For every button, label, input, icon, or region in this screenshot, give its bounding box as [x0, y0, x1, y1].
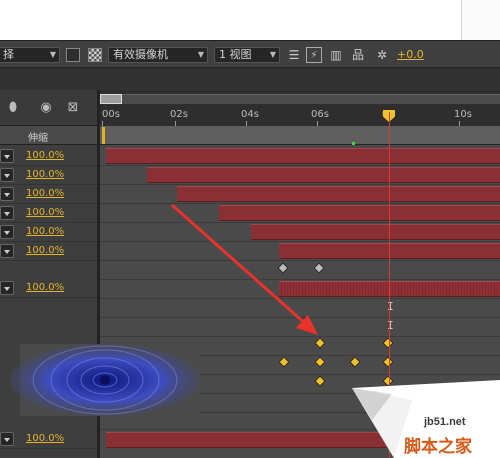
- stretch-value[interactable]: 100.0%: [26, 188, 64, 199]
- stretch-value[interactable]: 100.0%: [26, 282, 64, 293]
- fast-preview-icon[interactable]: ⚡: [306, 47, 322, 63]
- checker-icon[interactable]: [88, 48, 102, 62]
- twirl-icon[interactable]: [0, 168, 14, 182]
- stretch-value[interactable]: 100.0%: [26, 207, 64, 218]
- row-separator: [100, 165, 500, 166]
- keyframe[interactable]: [314, 356, 326, 368]
- twirl-icon[interactable]: [0, 225, 14, 239]
- keyframe[interactable]: [382, 337, 394, 349]
- stretch-value[interactable]: 100.0%: [26, 433, 64, 444]
- layer-duration-bar[interactable]: [251, 224, 500, 240]
- tick-label: 02s: [170, 109, 188, 120]
- exposure-icon[interactable]: ✲: [374, 47, 390, 63]
- top-blank-area: [0, 0, 500, 40]
- stretch-column-label: 伸缩: [28, 133, 48, 144]
- view-layout-label: 1 视图: [219, 48, 252, 61]
- keyframe[interactable]: [314, 337, 326, 349]
- layer-duration-bar[interactable]: [147, 167, 500, 183]
- keyframe[interactable]: [313, 262, 325, 274]
- watermark-text: 脚本之家: [404, 437, 472, 457]
- keyframe[interactable]: [382, 356, 394, 368]
- partial-dropdown[interactable]: 择 ▼: [0, 47, 60, 63]
- layer-row[interactable]: 100.0%: [0, 204, 97, 223]
- tick-label: 10s: [454, 109, 472, 120]
- keyframe[interactable]: [349, 356, 361, 368]
- row-separator: [100, 222, 500, 223]
- flowchart-icon[interactable]: 品: [350, 47, 366, 63]
- shy-layers-icon[interactable]: ⬮: [4, 100, 22, 116]
- layer-row[interactable]: 100.0%: [0, 185, 97, 204]
- chevron-down-icon: ▼: [197, 50, 204, 59]
- graph-editor-icon[interactable]: ⊠: [64, 100, 82, 116]
- row-separator: [100, 184, 500, 185]
- row-separator: [100, 241, 500, 242]
- stretch-value[interactable]: 100.0%: [26, 150, 64, 161]
- row-separator: [100, 317, 500, 318]
- layer-row[interactable]: 100.0%: [0, 166, 97, 185]
- row-separator: [100, 260, 500, 261]
- stretch-value[interactable]: 100.0%: [26, 226, 64, 237]
- watermark-site: jb51.net: [424, 416, 466, 428]
- tick-label: 00s: [102, 109, 120, 120]
- layer-row[interactable]: 100.0%: [0, 430, 97, 449]
- tick-label: 04s: [241, 109, 259, 120]
- chevron-down-icon: ▼: [269, 50, 276, 59]
- layer-duration-bar[interactable]: [106, 148, 500, 164]
- stretch-value[interactable]: 100.0%: [26, 169, 64, 180]
- chevron-down-icon: ▼: [49, 50, 56, 59]
- row-separator: [100, 203, 500, 204]
- layer-duration-bar[interactable]: [177, 186, 500, 202]
- work-area-start-handle[interactable]: [100, 94, 122, 104]
- layer-row[interactable]: 100.0%: [0, 279, 97, 298]
- stretch-value[interactable]: 100.0%: [26, 245, 64, 256]
- twirl-icon[interactable]: [0, 187, 14, 201]
- camera-dropdown[interactable]: 有效摄像机 ▼: [108, 47, 208, 63]
- panel-gap: [0, 68, 500, 90]
- row-separator: [100, 336, 500, 337]
- motion-blur-icon[interactable]: ◉: [37, 100, 55, 116]
- twirl-icon[interactable]: [0, 432, 14, 446]
- layer-row[interactable]: 100.0%: [0, 242, 97, 261]
- camera-dropdown-label: 有效摄像机: [113, 48, 168, 61]
- row-separator: [100, 279, 500, 280]
- right-panel-edge: [461, 0, 500, 40]
- row-separator: [100, 298, 500, 299]
- twirl-icon[interactable]: [0, 244, 14, 258]
- layer-duration-bar[interactable]: [219, 205, 500, 221]
- exposure-value[interactable]: +0.0: [397, 48, 424, 61]
- keyframe[interactable]: [277, 262, 289, 274]
- region-of-interest-icon[interactable]: [66, 48, 80, 62]
- twirl-icon[interactable]: [0, 149, 14, 163]
- keyframe[interactable]: [278, 356, 290, 368]
- work-area-track[interactable]: [100, 126, 500, 145]
- time-ruler[interactable]: 00s 02s 04s 06s 0 10s: [100, 90, 500, 126]
- keyframe[interactable]: [314, 375, 326, 387]
- 3d-view-icon[interactable]: ▥: [328, 47, 344, 63]
- twirl-icon[interactable]: [0, 206, 14, 220]
- work-area-bar[interactable]: [100, 94, 500, 104]
- viewer-toolbar: 择 ▼ 有效摄像机 ▼ 1 视图 ▼ ☰ ⚡ ▥ 品 ✲ +0.0: [0, 40, 500, 68]
- work-area-marker[interactable]: [102, 127, 105, 144]
- layer-row[interactable]: 100.0%: [0, 223, 97, 242]
- twirl-icon[interactable]: [0, 281, 14, 295]
- layers-column-header: 伸缩: [0, 126, 100, 145]
- partial-dropdown-label: 择: [3, 48, 14, 61]
- ripple-preview-image: [10, 344, 200, 416]
- layout-icon[interactable]: ☰: [286, 47, 302, 63]
- tick-label: 06s: [311, 109, 329, 120]
- view-layout-dropdown[interactable]: 1 视图 ▼: [214, 47, 280, 63]
- layer-row[interactable]: 100.0%: [0, 147, 97, 166]
